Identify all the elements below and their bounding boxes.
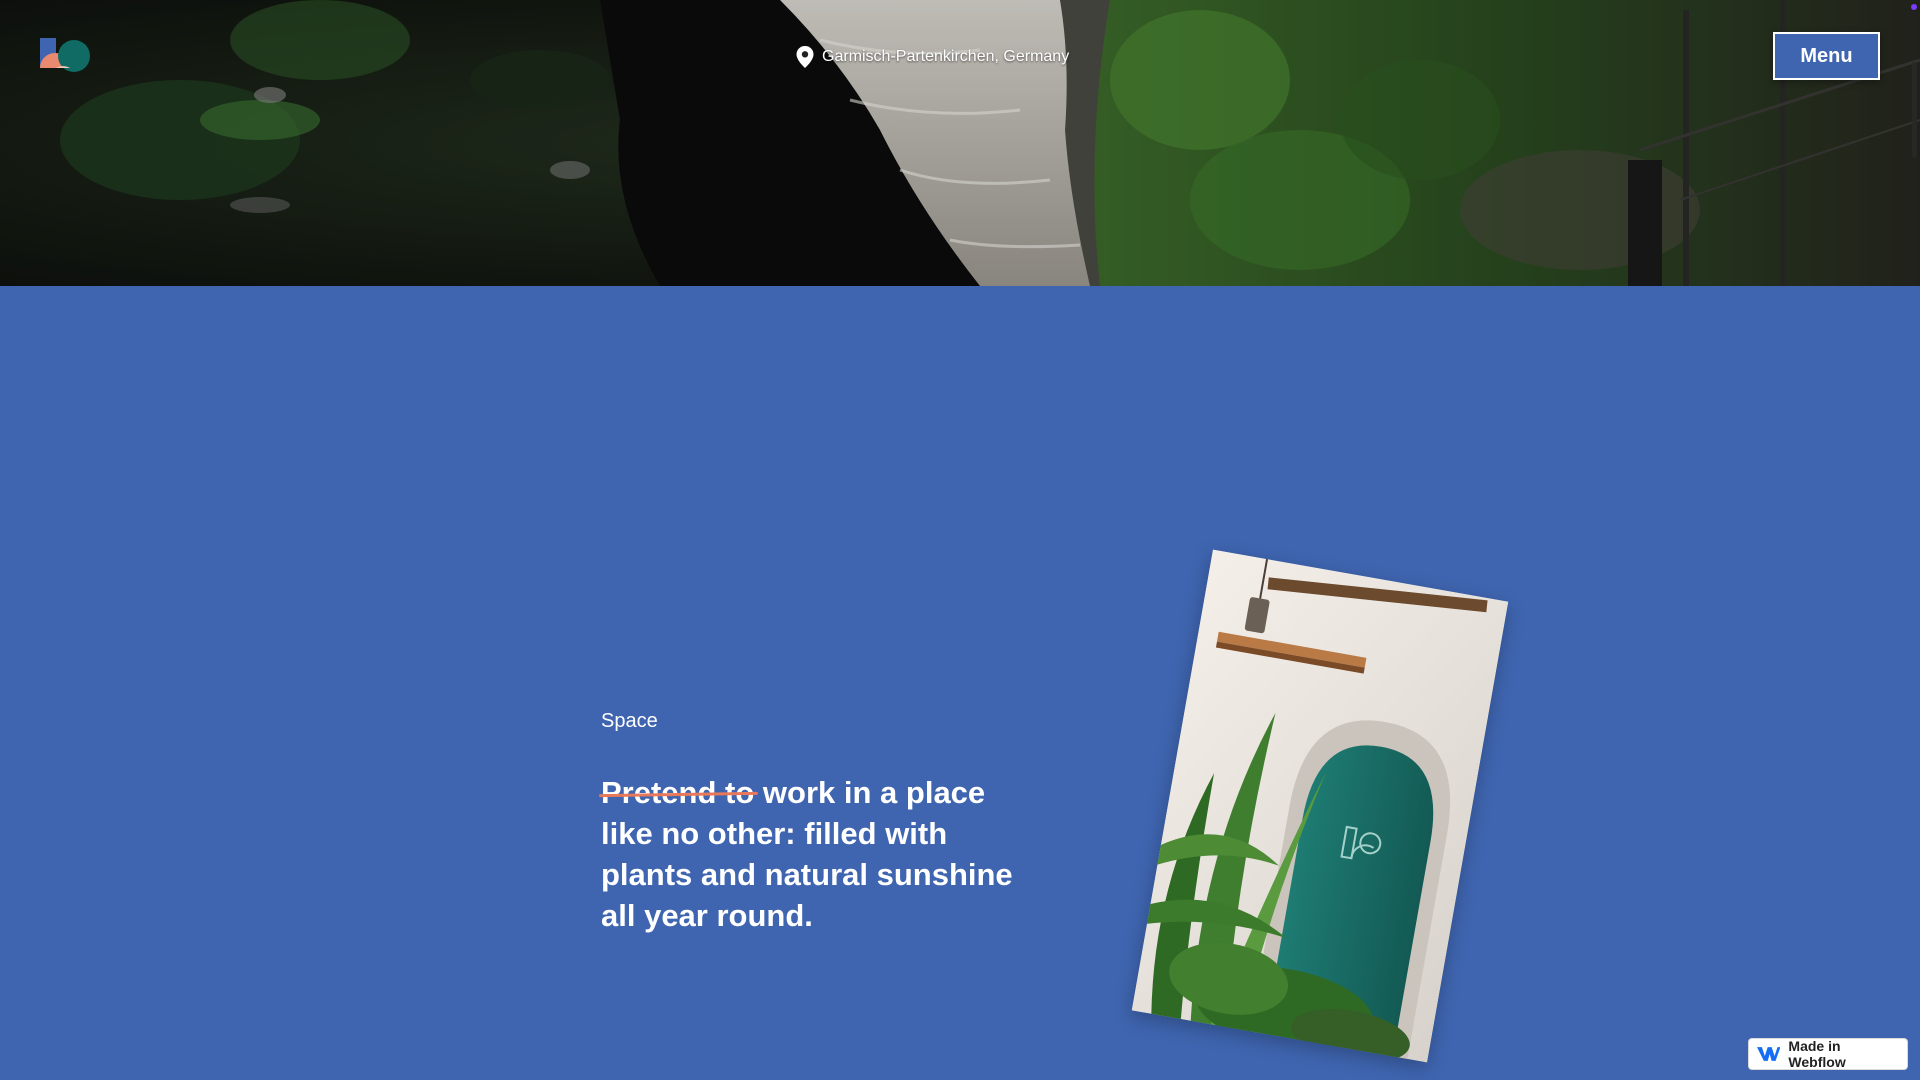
corner-indicator [1911,4,1917,10]
space-photo [1131,549,1509,1063]
made-in-webflow-badge[interactable]: Made in Webflow [1748,1038,1908,1070]
menu-button[interactable]: Menu [1773,32,1880,80]
headline-struck-text: Pretend to [601,775,755,810]
section-label: Space [601,710,658,732]
page: Garmisch-Partenkirchen, Germany Menu Spa… [0,0,1920,1080]
location-tag: Garmisch-Partenkirchen, Germany [796,46,1069,68]
location-text: Garmisch-Partenkirchen, Germany [822,48,1070,65]
scrollbar-thumb[interactable] [1912,62,1917,158]
webflow-logo-icon [1757,1047,1781,1061]
arch-door-illustration [1131,549,1509,1063]
hero-image: Garmisch-Partenkirchen, Germany Menu [0,0,1920,286]
headline: Pretend to work in a place like no other… [601,772,1041,936]
hero-photo [0,0,1920,286]
logo-icon[interactable] [40,38,92,74]
webflow-badge-label: Made in Webflow [1788,1038,1846,1070]
location-pin-icon [796,46,814,68]
